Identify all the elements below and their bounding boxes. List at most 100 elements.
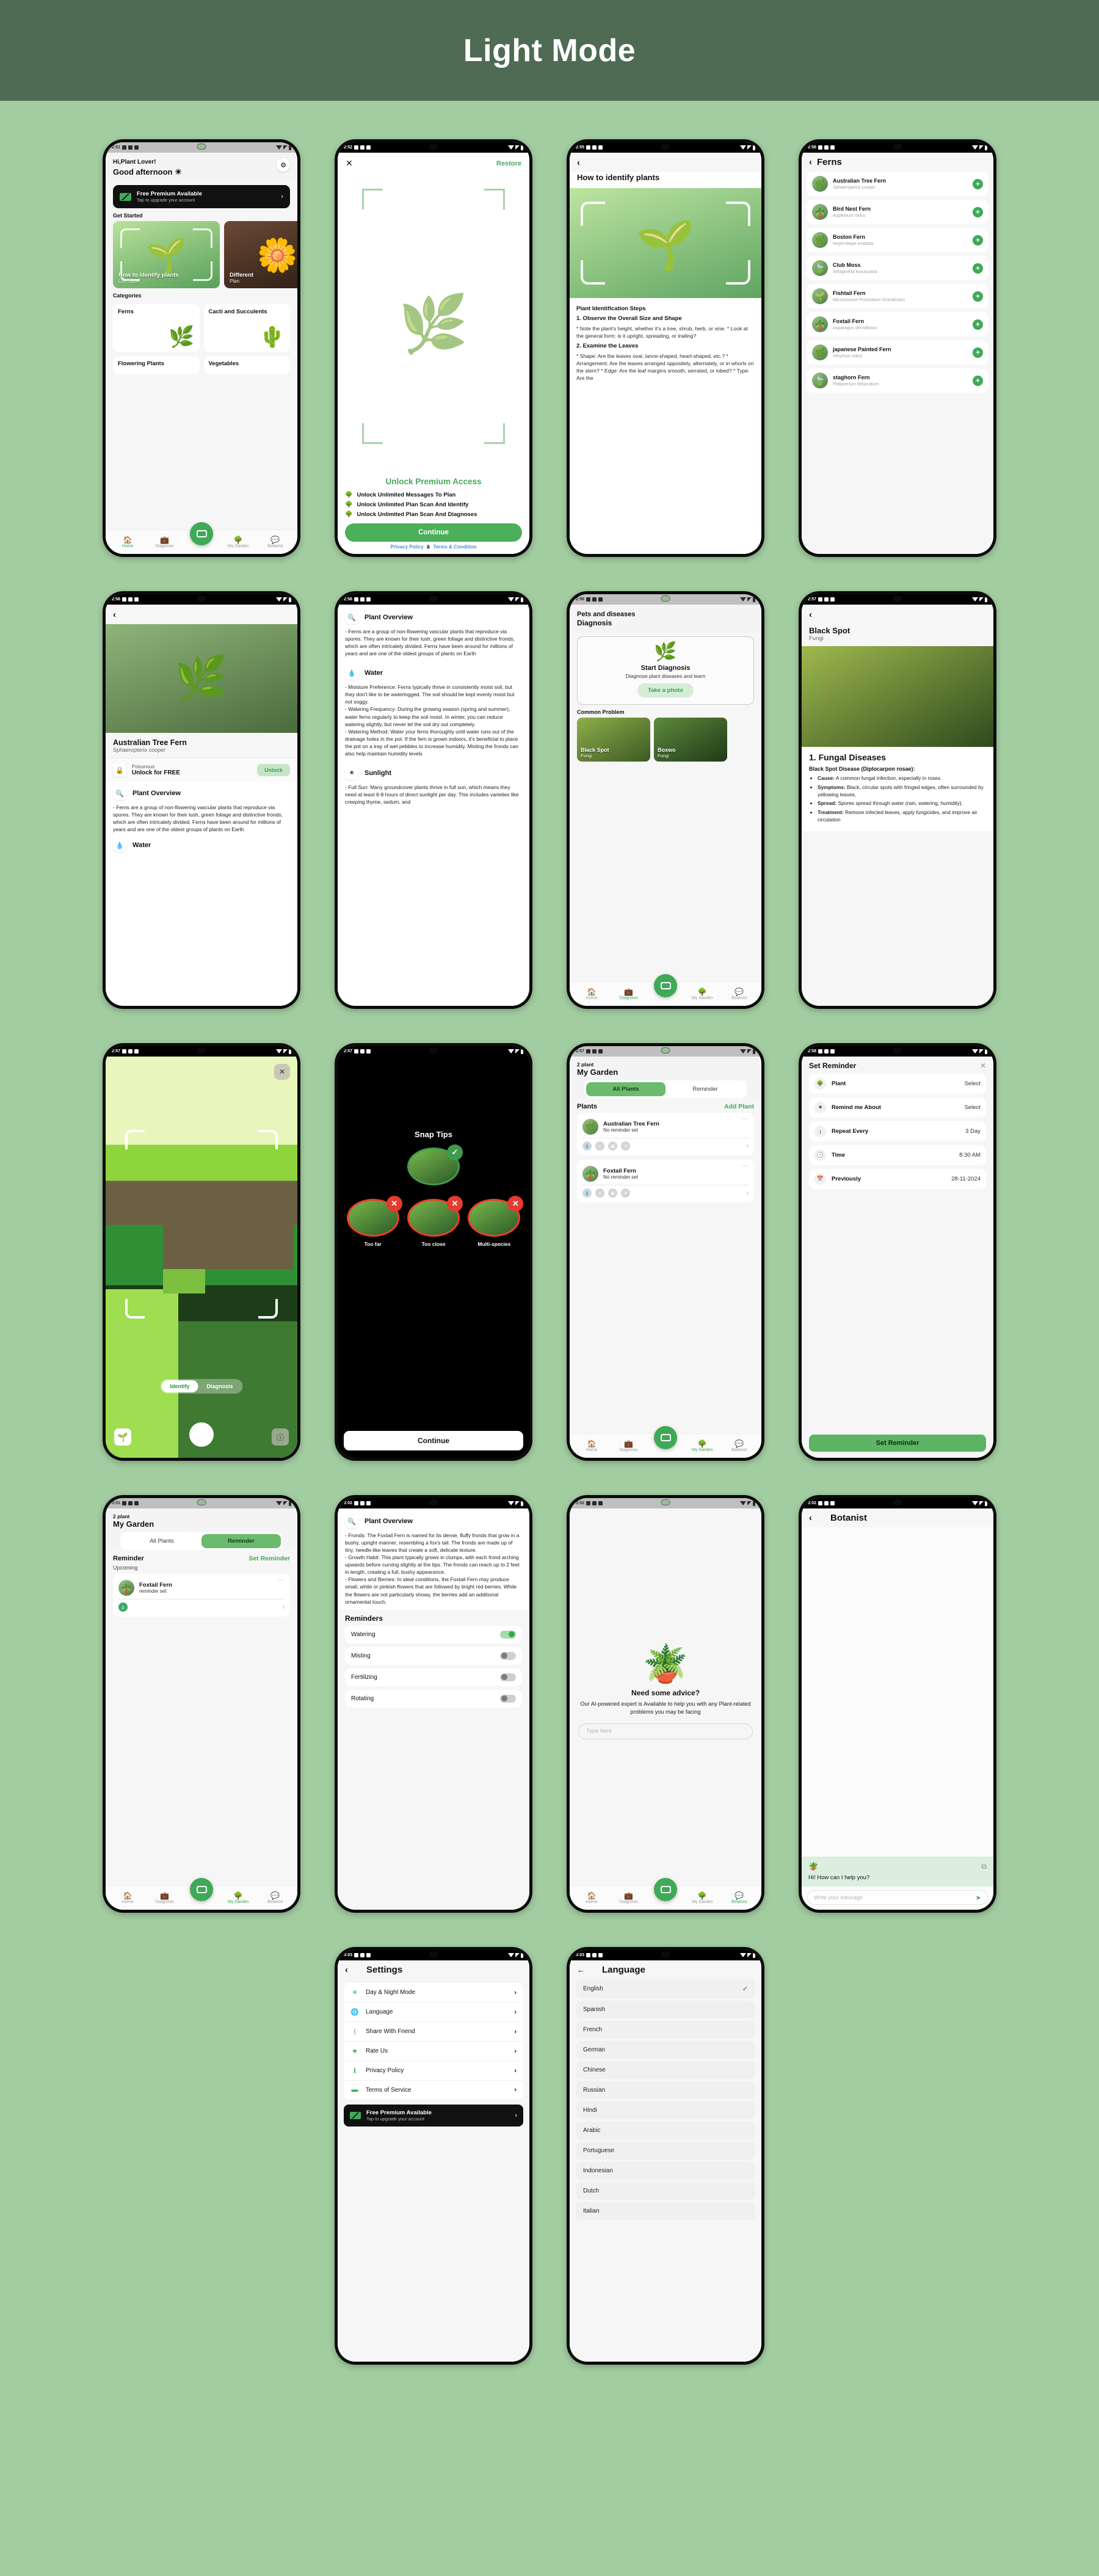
plus-icon[interactable]: + — [973, 178, 983, 189]
list-item[interactable]: 🪴 Bird Nest Fern Asplenium nidus + — [807, 200, 988, 224]
card-different-plants[interactable]: 🌼 Different Plan — [224, 221, 297, 289]
plus-icon[interactable]: + — [973, 375, 983, 386]
plus-icon[interactable]: + — [973, 206, 983, 217]
start-diagnosis-card[interactable]: 🌿 Start Diagnosis Diagnose plant disease… — [577, 636, 754, 705]
nav-home[interactable]: 🏠 Home — [112, 1892, 143, 1904]
reminder-row-plant[interactable]: 🌳 Plant Select — [809, 1074, 986, 1094]
reminder-toggle-fertilizing[interactable]: Fertilizing — [345, 1668, 522, 1686]
reminder-row-about[interactable]: ☀ Remind me About Select — [809, 1097, 986, 1118]
nav-diagnose[interactable]: 💼 Diagnose — [149, 536, 181, 548]
plus-icon[interactable]: + — [973, 319, 983, 330]
back-icon[interactable]: ‹ — [809, 1513, 812, 1523]
scan-fab[interactable] — [190, 1878, 213, 1901]
reminder-toggle-watering[interactable]: Watering — [345, 1625, 522, 1643]
plant-card[interactable]: ⋯ 🌿 Australian Tree Fern No reminder set … — [577, 1113, 754, 1156]
tab-all-plants[interactable]: All Plants — [586, 1082, 666, 1097]
problem-card-black-spot[interactable]: Black Spot Fungi — [577, 717, 650, 762]
nav-home[interactable]: 🏠 Home — [576, 988, 608, 1000]
reminder-row-previously[interactable]: 📅 Previously 28-11-2024 — [809, 1169, 986, 1189]
rotate-icon[interactable]: ☀ — [621, 1188, 630, 1198]
back-icon[interactable]: ‹ — [113, 609, 116, 620]
list-item[interactable]: 🌱 Fishtail Fern Microssorum Punctatum Gran… — [807, 284, 988, 308]
fertilize-icon[interactable]: ▣ — [608, 1188, 617, 1198]
common-problems-carousel[interactable]: Black Spot Fungi Boxwo Fungi — [570, 717, 761, 762]
nav-diagnose[interactable]: 💼 Diagnose — [613, 1440, 645, 1452]
nav-my-garden[interactable]: 🌳 My Garden — [222, 536, 254, 548]
language-item-hindi[interactable]: Hindi — [576, 2101, 755, 2119]
plant-card[interactable]: ⋯ 🪴 Foxtail Fern No reminder set 💧 ⚔ ▣ ☀ … — [577, 1160, 754, 1203]
reminder-row-time[interactable]: 🕒 Time 8:30 AM — [809, 1145, 986, 1165]
language-item-chinese[interactable]: Chinese — [576, 2061, 755, 2079]
info-icon[interactable]: ⓘ — [272, 1428, 289, 1446]
category-card-flowering[interactable]: Flowering Plants — [113, 356, 200, 375]
chevron-right-icon[interactable]: › — [746, 1143, 749, 1150]
scan-fab[interactable] — [654, 1426, 677, 1449]
nav-home[interactable]: 🏠 Home — [112, 536, 143, 548]
more-options-icon[interactable]: ⋯ — [742, 1163, 749, 1170]
plus-icon[interactable]: + — [973, 235, 983, 246]
privacy-policy-link[interactable]: Privacy Policy — [390, 544, 423, 550]
reminder-toggle-rotating[interactable]: Rotating — [345, 1689, 522, 1708]
mist-icon[interactable]: ⚔ — [595, 1188, 604, 1198]
language-item-english[interactable]: English ✓ — [576, 1979, 755, 1998]
reminder-row-repeat[interactable]: ↕ Repeat Every 3 Day — [809, 1121, 986, 1141]
set-reminder-button[interactable]: Set Reminder — [809, 1435, 986, 1452]
card-how-to-identify[interactable]: 🌱 How to identify plants Life Style — [113, 221, 220, 289]
category-card-ferns[interactable]: Ferns 🌿 — [113, 304, 200, 352]
send-icon[interactable]: ➤ — [976, 1894, 981, 1902]
toggle-switch[interactable] — [500, 1673, 516, 1681]
nav-botanist[interactable]: 💬 Botanist — [259, 536, 291, 548]
premium-banner[interactable]: Free Premium Available Tap to upgrade yo… — [113, 185, 290, 209]
scan-fab[interactable] — [654, 1878, 677, 1901]
settings-item-share[interactable]: ⟨ Share With Friend › — [344, 2022, 523, 2042]
nav-botanist[interactable]: 💬 Botanist — [259, 1892, 291, 1904]
tab-reminder[interactable]: Reminder — [666, 1082, 745, 1096]
tab-diagnosis[interactable]: Diagnosis — [198, 1380, 242, 1392]
plus-icon[interactable]: + — [973, 291, 983, 302]
more-options-icon[interactable]: ⋯ — [742, 1116, 749, 1122]
water-icon[interactable]: 💧 — [118, 1603, 128, 1612]
language-item-spanish[interactable]: Spanish — [576, 2001, 755, 2018]
scan-fab[interactable] — [654, 974, 677, 997]
take-photo-button[interactable]: Take a photo — [637, 683, 694, 697]
continue-button[interactable]: Continue — [344, 1431, 523, 1450]
language-item-russian[interactable]: Russian — [576, 2081, 755, 2099]
tab-identify[interactable]: Identify — [161, 1380, 198, 1392]
nav-botanist[interactable]: 💬 Botanist — [724, 988, 755, 1000]
set-reminder-link[interactable]: Set Reminder — [248, 1555, 290, 1562]
more-options-icon[interactable]: ⋯ — [278, 1577, 285, 1584]
list-item[interactable]: 🍃 staghorn Fern Platycerium Bifurcatum + — [807, 368, 988, 393]
list-item[interactable]: 🌿 Australian Tree Fern Sphaeropteris coope… — [807, 172, 988, 196]
settings-item-privacy[interactable]: ℹ Privacy Policy › — [344, 2061, 523, 2081]
water-icon[interactable]: 💧 — [582, 1188, 592, 1198]
close-icon[interactable]: ✕ — [274, 1064, 290, 1080]
reminder-toggle-misting[interactable]: Misting — [345, 1646, 522, 1665]
chevron-right-icon[interactable]: › — [282, 1604, 285, 1611]
language-item-french[interactable]: French — [576, 2021, 755, 2039]
toggle-switch[interactable] — [500, 1651, 516, 1660]
category-card-vegetables[interactable]: Vegetables — [203, 356, 290, 375]
language-item-italian[interactable]: Italian — [576, 2202, 755, 2220]
settings-item-terms[interactable]: ▬ Terms of Service › — [344, 2081, 523, 2099]
back-icon[interactable]: ‹ — [345, 1965, 348, 1974]
chevron-right-icon[interactable]: › — [746, 1190, 749, 1197]
copy-icon[interactable]: ⧉ — [981, 1862, 987, 1871]
nav-diagnose[interactable]: 💼 Diagnose — [149, 1892, 181, 1904]
back-icon[interactable]: ‹ — [809, 158, 812, 167]
nav-home[interactable]: 🏠 Home — [576, 1440, 608, 1452]
nav-my-garden[interactable]: 🌳 My Garden — [686, 1440, 718, 1452]
close-icon[interactable]: ✕ — [346, 158, 353, 169]
language-item-dutch[interactable]: Dutch — [576, 2182, 755, 2200]
language-item-arabic[interactable]: Arabic — [576, 2122, 755, 2139]
toggle-switch[interactable] — [500, 1630, 516, 1639]
language-item-german[interactable]: German — [576, 2041, 755, 2059]
mist-icon[interactable]: ⚔ — [595, 1141, 604, 1151]
back-icon[interactable]: ‹ — [577, 158, 580, 168]
settings-item-day-night[interactable]: ☀ Day & Night Mode › — [344, 1983, 523, 2003]
shutter-button[interactable] — [189, 1422, 214, 1447]
arrow-left-icon[interactable]: ← — [577, 1966, 585, 1974]
list-item[interactable]: 🌿 Boston Fern Nephrolepis exaltata + — [807, 228, 988, 252]
back-icon[interactable]: ‹ — [809, 609, 812, 620]
settings-item-rate[interactable]: ★ Rate Us › — [344, 2042, 523, 2061]
nav-diagnose[interactable]: 💼 Diagnose — [613, 1892, 645, 1904]
